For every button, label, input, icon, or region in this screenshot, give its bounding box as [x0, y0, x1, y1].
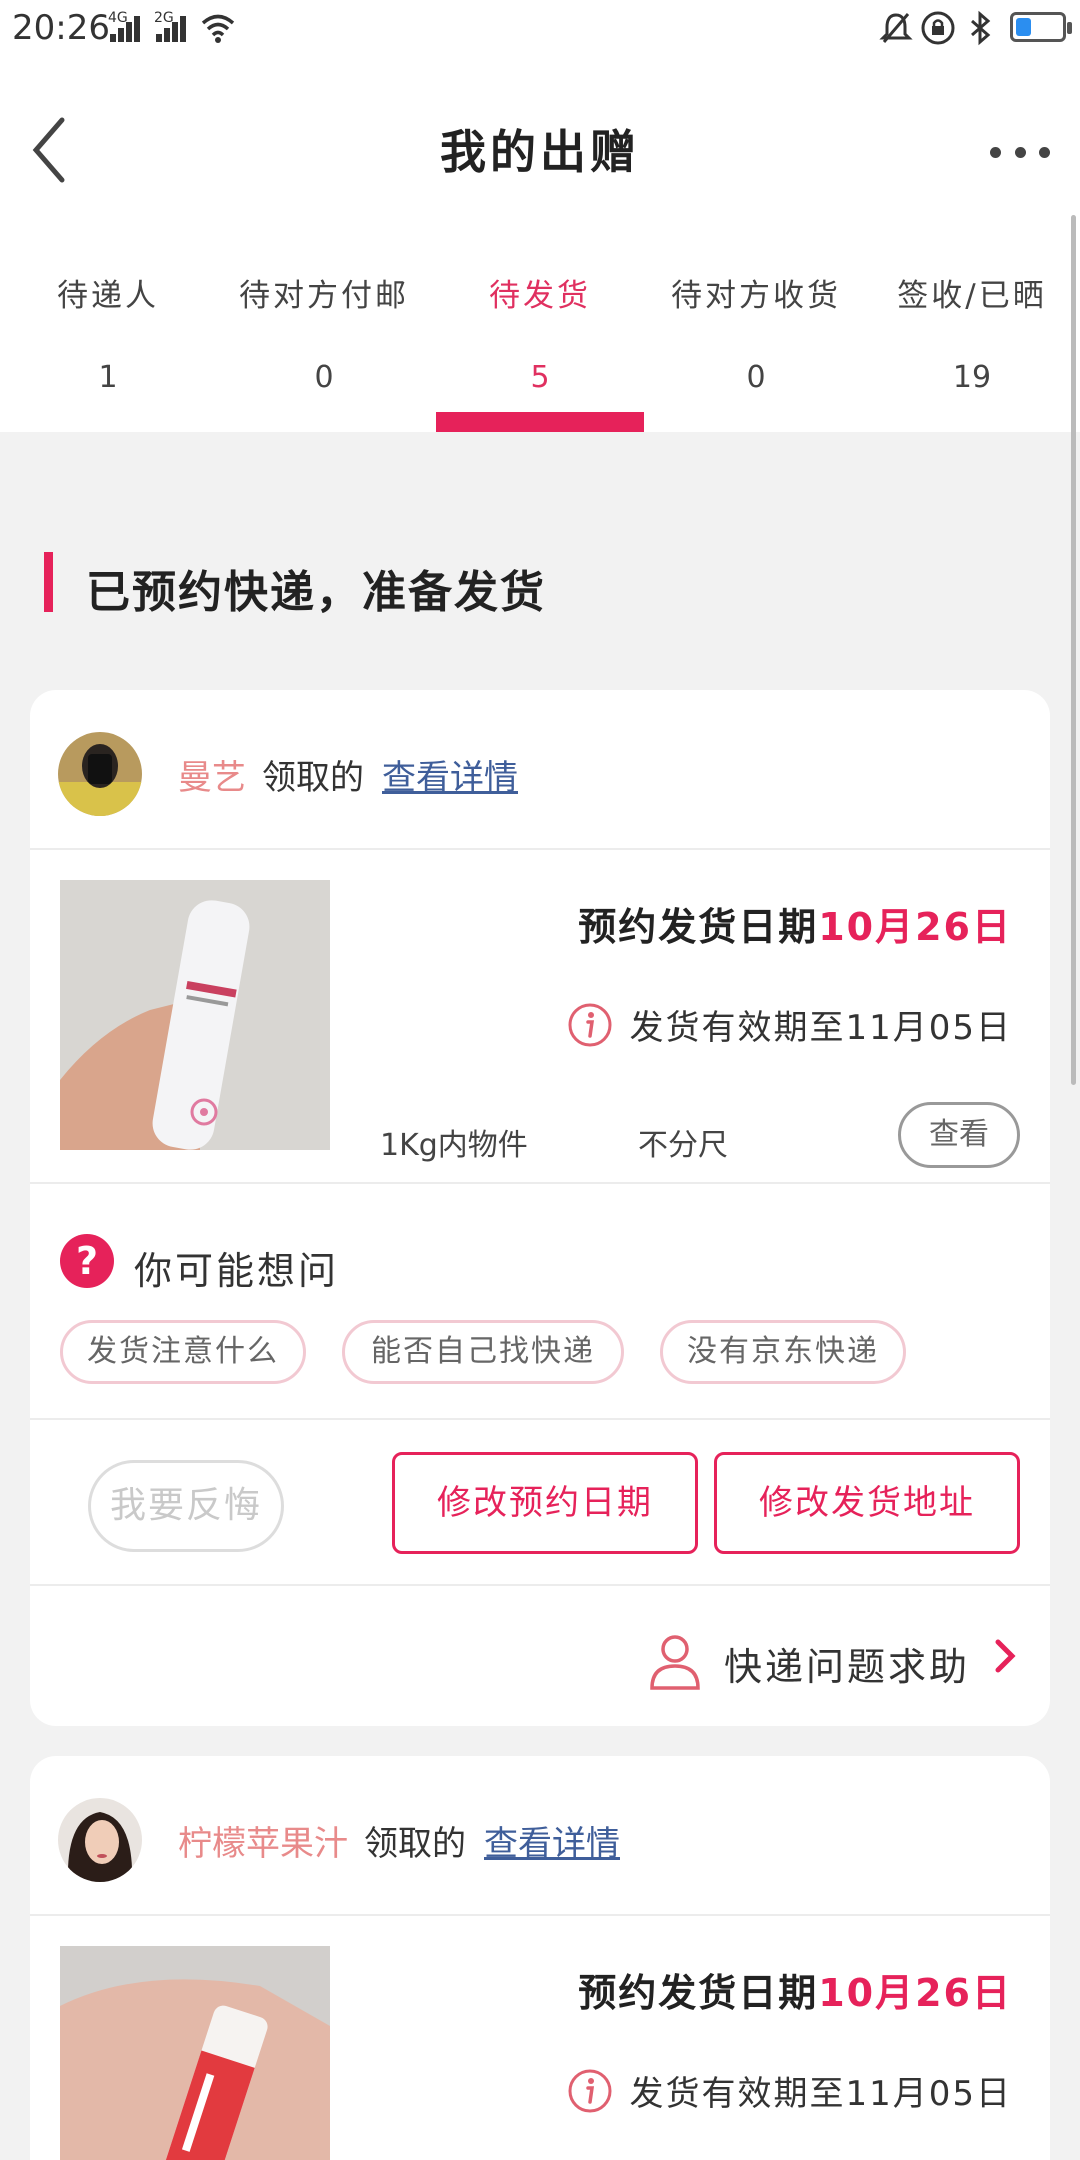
signal-icon: [108, 14, 142, 42]
gift-card: 曼艺 领取的 查看详情 预约发货日期10月26日 发货有效期至11月05日 1K…: [30, 690, 1050, 1726]
gift-card: 柠檬苹果汁 领取的 查看详情 预约发货日期10月26日 发货有效期至11月05日: [30, 1756, 1050, 2160]
mute-icon: [879, 13, 913, 43]
page-title: 我的出赠: [440, 125, 640, 179]
product-row: 预约发货日期10月26日 发货有效期至11月05日 1Kg内物件 不分尺 查看: [30, 850, 1050, 1184]
status-tabs: 待递人 1 待对方付邮 0 待发货 5 待对方收货 0 签收/已晒 19: [0, 230, 1080, 432]
weight-spec: 1Kg内物件: [380, 1128, 528, 1163]
action-row: 我要反悔 修改预约日期 修改发货地址: [30, 1420, 1050, 1586]
view-button[interactable]: 查看: [898, 1102, 1020, 1168]
tab-waiting-receipt[interactable]: 待对方收货 0: [648, 230, 864, 432]
info-icon: [568, 1003, 612, 1046]
app-header: 我的出赠: [0, 60, 1080, 230]
battery-icon: [1010, 12, 1072, 42]
product-row: 预约发货日期10月26日 发货有效期至11月05日: [30, 1916, 1050, 2160]
product-image[interactable]: [60, 1946, 330, 2160]
ship-date-label: 预约发货日期: [578, 1971, 819, 2015]
size-spec: 不分尺: [638, 1128, 728, 1163]
tab-count: 1: [98, 360, 118, 395]
tab-count: 0: [746, 360, 766, 395]
section-accent-bar: [44, 552, 53, 612]
regret-button[interactable]: 我要反悔: [88, 1460, 284, 1552]
section-title: 已预约快递，准备发货: [86, 567, 546, 618]
receiver-name[interactable]: 曼艺: [178, 758, 246, 798]
tab-count: 5: [530, 360, 550, 395]
modify-date-button[interactable]: 修改预约日期: [392, 1452, 698, 1554]
validity-text: 发货有效期至11月05日: [629, 1008, 1012, 1048]
claimed-label: 领取的: [262, 758, 364, 798]
view-details-link[interactable]: 查看详情: [484, 1824, 620, 1864]
dot: [990, 146, 1001, 158]
signal-icon: [154, 14, 188, 42]
active-tab-indicator: [436, 412, 644, 432]
dot: [1014, 146, 1026, 158]
faq-chip[interactable]: 发货注意什么: [60, 1320, 306, 1384]
claimed-label: 领取的: [364, 1824, 466, 1864]
tab-label: 待发货: [489, 278, 591, 314]
tab-label: 签收/已晒: [897, 278, 1047, 314]
tab-signed-shared[interactable]: 签收/已晒 19: [864, 230, 1080, 432]
validity-row: 发货有效期至11月05日: [567, 2066, 1012, 2115]
tab-label: 待对方付邮: [239, 278, 409, 314]
faq-title: 你可能想问: [134, 1249, 340, 1293]
scheduled-ship-date: 预约发货日期10月26日: [578, 1962, 1012, 2017]
status-time: 20:26: [12, 8, 110, 48]
validity-text: 发货有效期至11月05日: [629, 2074, 1012, 2114]
ship-date-value: 10月26日: [818, 1971, 1012, 2015]
courier-help-row[interactable]: 快递问题求助: [30, 1586, 1050, 1726]
faq-chip[interactable]: 没有京东快递: [660, 1320, 906, 1384]
card-header-text: 曼艺 领取的 查看详情: [178, 750, 518, 799]
person-icon: [650, 1635, 700, 1690]
ship-date-value: 10月26日: [818, 905, 1012, 949]
question-icon: ?: [60, 1234, 114, 1288]
courier-help-text: 快递问题求助: [724, 1645, 971, 1689]
avatar[interactable]: [58, 1798, 142, 1882]
tab-waiting-recipient[interactable]: 待递人 1: [0, 230, 216, 432]
faq-section: ? 你可能想问 发货注意什么 能否自己找快递 没有京东快递: [30, 1184, 1050, 1420]
modify-address-button[interactable]: 修改发货地址: [714, 1452, 1020, 1554]
tab-label: 待对方收货: [671, 278, 841, 314]
bluetooth-icon: [971, 10, 991, 46]
info-icon: [568, 2069, 612, 2112]
more-horizontal-icon[interactable]: [990, 142, 1050, 162]
tab-count: 0: [314, 360, 334, 395]
card-header: 曼艺 领取的 查看详情: [30, 690, 1050, 850]
card-header-text: 柠檬苹果汁 领取的 查看详情: [178, 1816, 620, 1865]
tab-waiting-shipment[interactable]: 待发货 5: [432, 230, 648, 432]
status-bar: 20:26 4G 2G: [0, 0, 1080, 60]
avatar[interactable]: [58, 732, 142, 816]
dot: [1039, 146, 1050, 158]
validity-row: 发货有效期至11月05日: [567, 1000, 1012, 1049]
faq-chip[interactable]: 能否自己找快递: [342, 1320, 624, 1384]
tab-count: 19: [952, 360, 992, 395]
lock-rotation-icon: [921, 11, 955, 45]
chevron-right-icon: [995, 1639, 1016, 1673]
card-header: 柠檬苹果汁 领取的 查看详情: [30, 1756, 1050, 1916]
tab-waiting-postage[interactable]: 待对方付邮 0: [216, 230, 432, 432]
scrollbar[interactable]: [1071, 215, 1076, 1085]
scheduled-ship-date: 预约发货日期10月26日: [578, 896, 1012, 951]
receiver-name[interactable]: 柠檬苹果汁: [178, 1824, 348, 1864]
battery-level: [1016, 18, 1032, 36]
ship-date-label: 预约发货日期: [578, 905, 819, 949]
wifi-icon: [201, 14, 235, 43]
view-details-link[interactable]: 查看详情: [382, 758, 518, 798]
tab-label: 待递人: [57, 278, 159, 314]
product-image[interactable]: [60, 880, 330, 1150]
